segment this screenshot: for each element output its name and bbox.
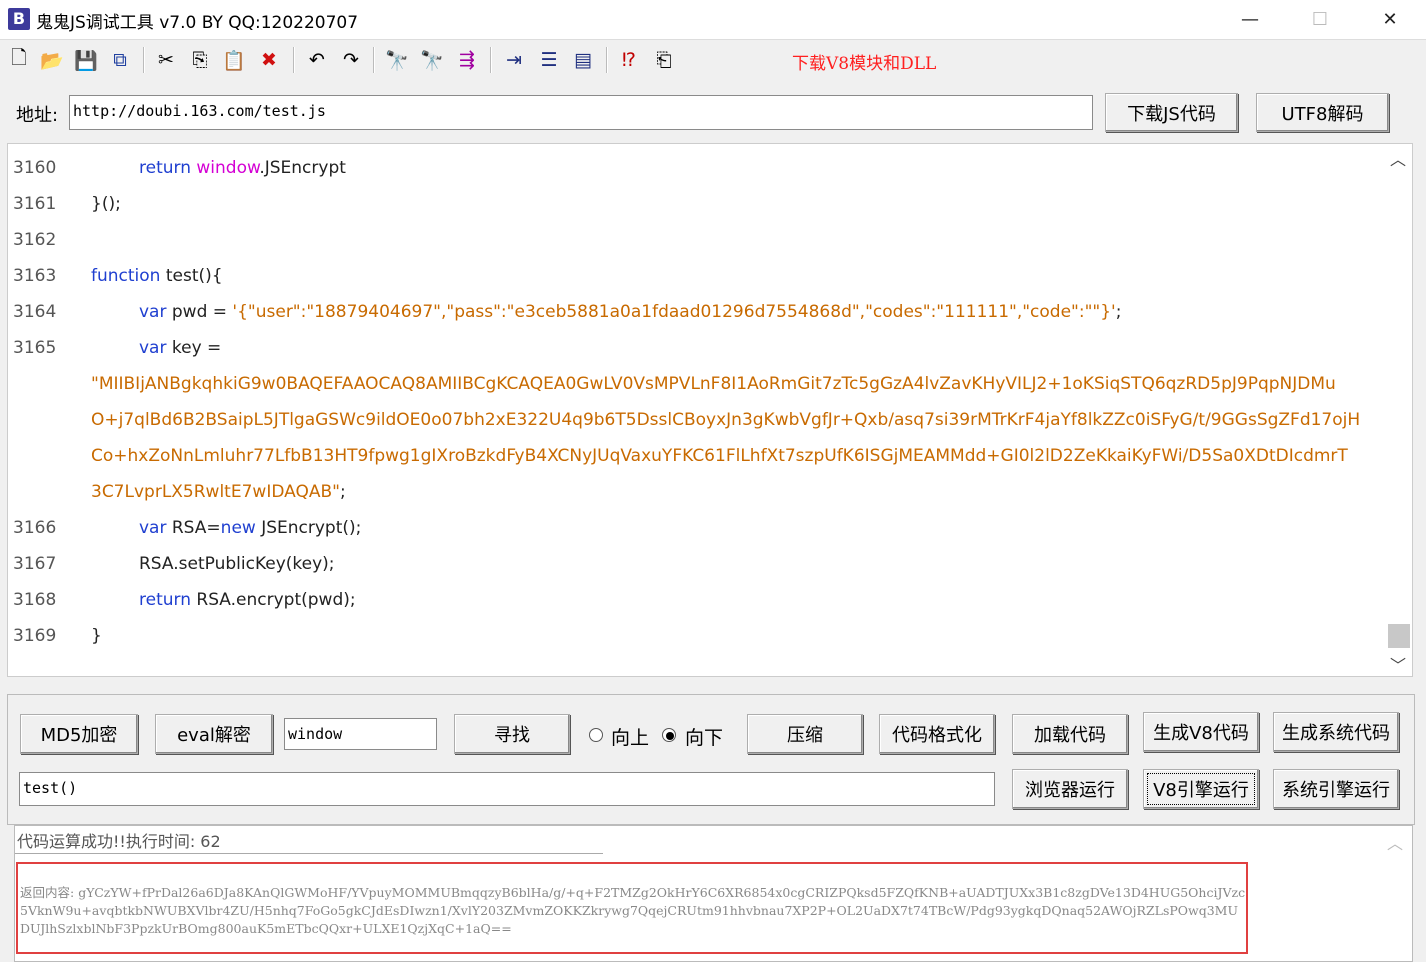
radio-down-label: 向下 [685,727,724,749]
output-scrollbar[interactable]: ︿ [1377,826,1412,961]
title-bar: B 鬼鬼JS调试工具 v7.0 BY QQ:120220707 — ☐ ✕ [0,0,1426,40]
close-button[interactable]: ✕ [1355,0,1425,40]
address-label: 地址: [16,105,59,126]
line-number: 3165 [13,338,57,358]
save-icon[interactable]: 💾 [72,46,100,74]
find-next-icon[interactable]: 🔭 [418,46,446,74]
save-all-icon[interactable]: ⧉ [106,46,134,74]
open-folder-icon[interactable]: 📂 [38,46,66,74]
find-icon[interactable]: 🔭 [383,46,411,74]
format-code-button[interactable]: 代码格式化 [879,714,995,754]
load-code-button[interactable]: 加载代码 [1012,714,1128,754]
numbered-list-icon[interactable]: ☰ [535,46,563,74]
code-line: "MIIBIjANBgkqhkiG9w0BAQEFAAOCAQ8AMIIBCgK… [91,374,1336,394]
divider [15,853,603,854]
editor-scrollbar[interactable]: ︿ ﹀ [1386,144,1412,676]
generate-v8-code-button[interactable]: 生成V8代码 [1143,712,1259,752]
utf8-decode-button[interactable]: UTF8解码 [1256,93,1389,132]
scrollbar-thumb[interactable] [1388,624,1410,648]
paste-icon[interactable]: 📋 [220,46,248,74]
toolbar: 🗋 📂 💾 ⧉ ✂ ⎘ 📋 ✖ ↶ ↷ 🔭 🔭 ⇶ ⇥ ☰ ▤ ⁉ ⎗ [0,41,1426,81]
minimize-button[interactable]: — [1215,0,1285,40]
code-line: 3C7LvprLX5RwltE7wIDAQAB"; [91,482,346,502]
code-line: function test(){ [91,266,223,286]
address-input[interactable]: http://doubi.163.com/test.js [69,95,1093,130]
undo-icon[interactable]: ↶ [303,46,331,74]
browser-run-button[interactable]: 浏览器运行 [1012,769,1128,809]
maximize-button[interactable]: ☐ [1285,0,1355,40]
v8-engine-run-button[interactable]: V8引擎运行 [1143,769,1259,809]
delete-icon[interactable]: ✖ [255,46,283,74]
radio-down[interactable] [662,728,676,742]
result-highlight: 返回内容: gYCzYW+fPrDal26a6DJa8KAnQlGWMoHF/Y… [16,862,1248,954]
radio-up[interactable] [589,728,603,742]
line-number: 3163 [13,266,57,286]
code-editor[interactable]: 3160 return window.JSEncrypt 3161 }(); 3… [7,143,1413,677]
help-icon[interactable]: ⁉ [615,46,643,74]
line-number: 3160 [13,158,57,178]
code-line: return RSA.encrypt(pwd); [139,590,356,610]
radio-up-label: 向上 [611,727,650,749]
bookmark-icon[interactable]: ⇥ [500,46,528,74]
line-number: 3167 [13,554,57,574]
code-line: Co+hxZoNnLmluhr77LfbB13HT9fpwg1gIXroBzkd… [91,446,1348,466]
code-line: var pwd = '{"user":"18879404697","pass":… [139,302,1122,322]
copy-icon[interactable]: ⎘ [186,46,214,74]
result-text: 返回内容: gYCzYW+fPrDal26a6DJa8KAnQlGWMoHF/Y… [20,885,1246,936]
scroll-up-icon[interactable]: ︿ [1387,830,1403,854]
eval-decrypt-button[interactable]: eval解密 [155,714,273,754]
generate-system-code-button[interactable]: 生成系统代码 [1273,712,1399,752]
find-button[interactable]: 寻找 [454,714,570,754]
indent-icon[interactable]: ⇶ [453,46,481,74]
code-line: O+j7qlBd6B2BSaipL5JTlgaGSWc9ildOE0o07bh2… [91,410,1361,430]
md5-encrypt-button[interactable]: MD5加密 [20,714,138,754]
line-number: 3166 [13,518,57,538]
code-line: var key = [139,338,222,358]
system-engine-run-button[interactable]: 系统引擎运行 [1273,769,1399,809]
download-js-button[interactable]: 下载JS代码 [1105,93,1238,132]
window-title: 鬼鬼JS调试工具 v7.0 BY QQ:120220707 [36,13,359,33]
scroll-up-icon[interactable]: ︿ [1390,146,1406,170]
search-input[interactable]: window [284,718,437,750]
line-number: 3161 [13,194,57,214]
code-line: } [91,626,102,646]
code-line: return window.JSEncrypt [139,158,346,178]
code-line: }(); [91,194,121,214]
new-file-icon[interactable]: 🗋 [5,46,33,74]
redo-icon[interactable]: ↷ [337,46,365,74]
cut-icon[interactable]: ✂ [152,46,180,74]
code-line: RSA.setPublicKey(key); [139,554,335,574]
app-icon: B [8,8,30,30]
call-input[interactable]: test() [19,772,995,806]
line-number: 3164 [13,302,57,322]
exit-icon[interactable]: ⎗ [650,46,678,74]
line-number: 3168 [13,590,57,610]
scroll-down-icon[interactable]: ﹀ [1390,652,1406,676]
code-line: var RSA=new JSEncrypt(); [139,518,362,538]
status-text: 代码运算成功!!执行时间: 62 [17,832,221,851]
window-icon[interactable]: ▤ [569,46,597,74]
line-number: 3162 [13,230,57,250]
download-v8-link[interactable]: 下载V8模块和DLL [792,49,936,74]
line-number: 3169 [13,626,57,646]
compress-button[interactable]: 压缩 [747,714,863,754]
output-panel[interactable]: 代码运算成功!!执行时间: 62 返回内容: gYCzYW+fPrDal26a6… [14,825,1413,962]
